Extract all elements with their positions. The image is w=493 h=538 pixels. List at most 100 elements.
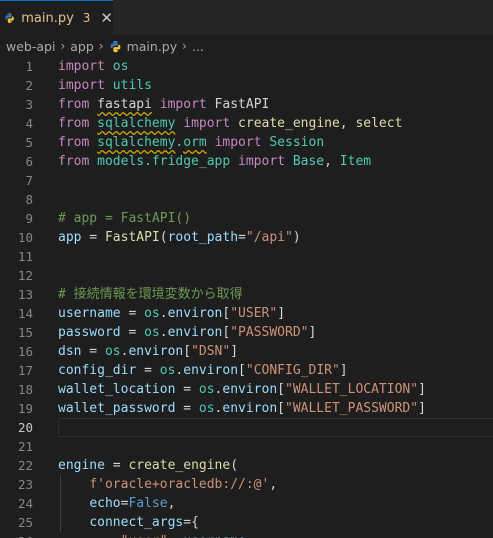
code-token: ]	[230, 344, 239, 359]
code-line[interactable]: 7	[0, 171, 493, 190]
line-number: 3	[25, 97, 33, 112]
code-line[interactable]: 13 # 接続情報を環境変数から取得	[0, 285, 493, 304]
code-token: config_dir	[58, 363, 137, 378]
line-content	[58, 266, 493, 285]
code-token: username	[58, 306, 121, 321]
code-line[interactable]: 8	[0, 190, 493, 209]
code-line[interactable]: 26 "user": username,	[0, 532, 493, 538]
breadcrumb: web-api › app › main.py › ...	[0, 35, 493, 57]
line-content: from fastapi import FastAPI	[58, 95, 493, 114]
line-content: echo=False,	[58, 494, 493, 513]
code-token: (	[230, 458, 239, 473]
breadcrumb-symbols[interactable]: ...	[192, 39, 204, 54]
code-token: environ	[222, 382, 278, 397]
code-line[interactable]: 21	[0, 437, 493, 456]
code-token: "user"	[121, 534, 168, 538]
code-token: [	[277, 382, 285, 397]
line-content: from sqlalchemy.orm import Session	[58, 133, 493, 152]
line-number: 10	[17, 230, 33, 245]
code-line[interactable]: 2 import utils	[0, 76, 493, 95]
code-line[interactable]: 15 password = os.environ["PASSWORD"]	[0, 323, 493, 342]
chevron-right-icon: ›	[98, 39, 104, 53]
line-number: 23	[17, 477, 33, 492]
line-number: 15	[17, 325, 33, 340]
close-icon[interactable]: ✕	[100, 10, 113, 26]
code-token: os	[198, 401, 215, 416]
code-token: password	[58, 325, 121, 340]
code-token: echo	[89, 496, 121, 511]
code-line[interactable]: 18 wallet_location = os.environ["WALLET_L…	[0, 380, 493, 399]
code-editor[interactable]: 1 import os 2 import utils 3 from fastapi imp…	[0, 57, 493, 538]
code-token: import	[238, 154, 285, 169]
breadcrumb-folder-app[interactable]: app	[70, 39, 94, 54]
code-line[interactable]: 23 f'oracle+oracledb://:@',	[0, 475, 493, 494]
code-token: os	[112, 59, 129, 74]
code-token: from	[58, 97, 90, 112]
code-line[interactable]: 14 username = os.environ["USER"]	[0, 304, 493, 323]
code-token: sqlalchemy	[97, 116, 176, 131]
code-token: root_path	[167, 230, 239, 245]
line-content: wallet_location = os.environ["WALLET_LOC…	[58, 380, 493, 399]
code-token: =	[81, 344, 105, 359]
code-token: create_engine	[128, 458, 231, 473]
code-token: utils	[112, 78, 152, 93]
code-token: =	[175, 401, 199, 416]
code-line[interactable]: 1 import os	[0, 57, 493, 76]
code-line[interactable]: 3 from fastapi import FastAPI	[0, 95, 493, 114]
code-line[interactable]: 25 connect_args={	[0, 513, 493, 532]
line-content: f'oracle+oracledb://:@',	[58, 475, 493, 494]
code-token: Item	[339, 154, 372, 169]
line-number: 4	[25, 116, 33, 131]
line-content	[58, 437, 493, 456]
code-line[interactable]: 12	[0, 266, 493, 285]
line-number: 16	[17, 344, 33, 359]
code-line[interactable]: 4 from sqlalchemy import create_engine, s…	[0, 114, 493, 133]
line-content: engine = create_engine(	[58, 456, 493, 475]
code-line[interactable]: 24 echo=False,	[0, 494, 493, 513]
code-line[interactable]: 19 wallet_password = os.environ["WALLET_P…	[0, 399, 493, 418]
code-line[interactable]: 6 from models.fridge_app import Base, Ite…	[0, 152, 493, 171]
code-line[interactable]: 5 from sqlalchemy.orm import Session	[0, 133, 493, 152]
code-token: ,	[246, 534, 254, 538]
code-token: =	[136, 363, 160, 378]
code-token: os	[159, 363, 176, 378]
code-token: ]	[277, 306, 286, 321]
code-line[interactable]: 20	[0, 418, 493, 437]
line-number: 24	[17, 496, 33, 511]
breadcrumb-folder-web-api[interactable]: web-api	[6, 39, 55, 54]
code-line[interactable]: 22 engine = create_engine(	[0, 456, 493, 475]
line-content: connect_args={	[58, 513, 493, 532]
code-line[interactable]: 10 app = FastAPI(root_path="/api")	[0, 228, 493, 247]
line-content	[58, 171, 493, 190]
line-content: password = os.environ["PASSWORD"]	[58, 323, 493, 342]
code-line[interactable]: 16 dsn = os.environ["DSN"]	[0, 342, 493, 361]
code-token: (	[159, 230, 168, 245]
code-line[interactable]: 9 # app = FastAPI()	[0, 209, 493, 228]
code-token: ,	[269, 477, 278, 492]
code-token: sqlalchemy	[97, 135, 176, 150]
code-token: False	[128, 496, 168, 511]
line-content: wallet_password = os.environ["WALLET_PAS…	[58, 399, 493, 418]
line-number: 6	[25, 154, 33, 169]
line-number: 26	[0, 532, 33, 538]
line-content: # 接続情報を環境変数から取得	[58, 285, 493, 304]
code-line[interactable]: 17 config_dir = os.environ["CONFIG_DIR"]	[0, 361, 493, 380]
tab-main-py[interactable]: main.py 3 ✕	[0, 0, 113, 35]
line-content	[58, 247, 493, 266]
code-token: =	[175, 382, 199, 397]
line-number: 1	[25, 59, 33, 74]
breadcrumb-file[interactable]: main.py	[127, 39, 178, 54]
code-token: import	[58, 59, 105, 74]
code-token: import	[183, 116, 231, 131]
line-content: username = os.environ["USER"]	[58, 304, 493, 323]
code-token: create_engine	[238, 116, 340, 131]
code-line[interactable]: 11	[0, 247, 493, 266]
